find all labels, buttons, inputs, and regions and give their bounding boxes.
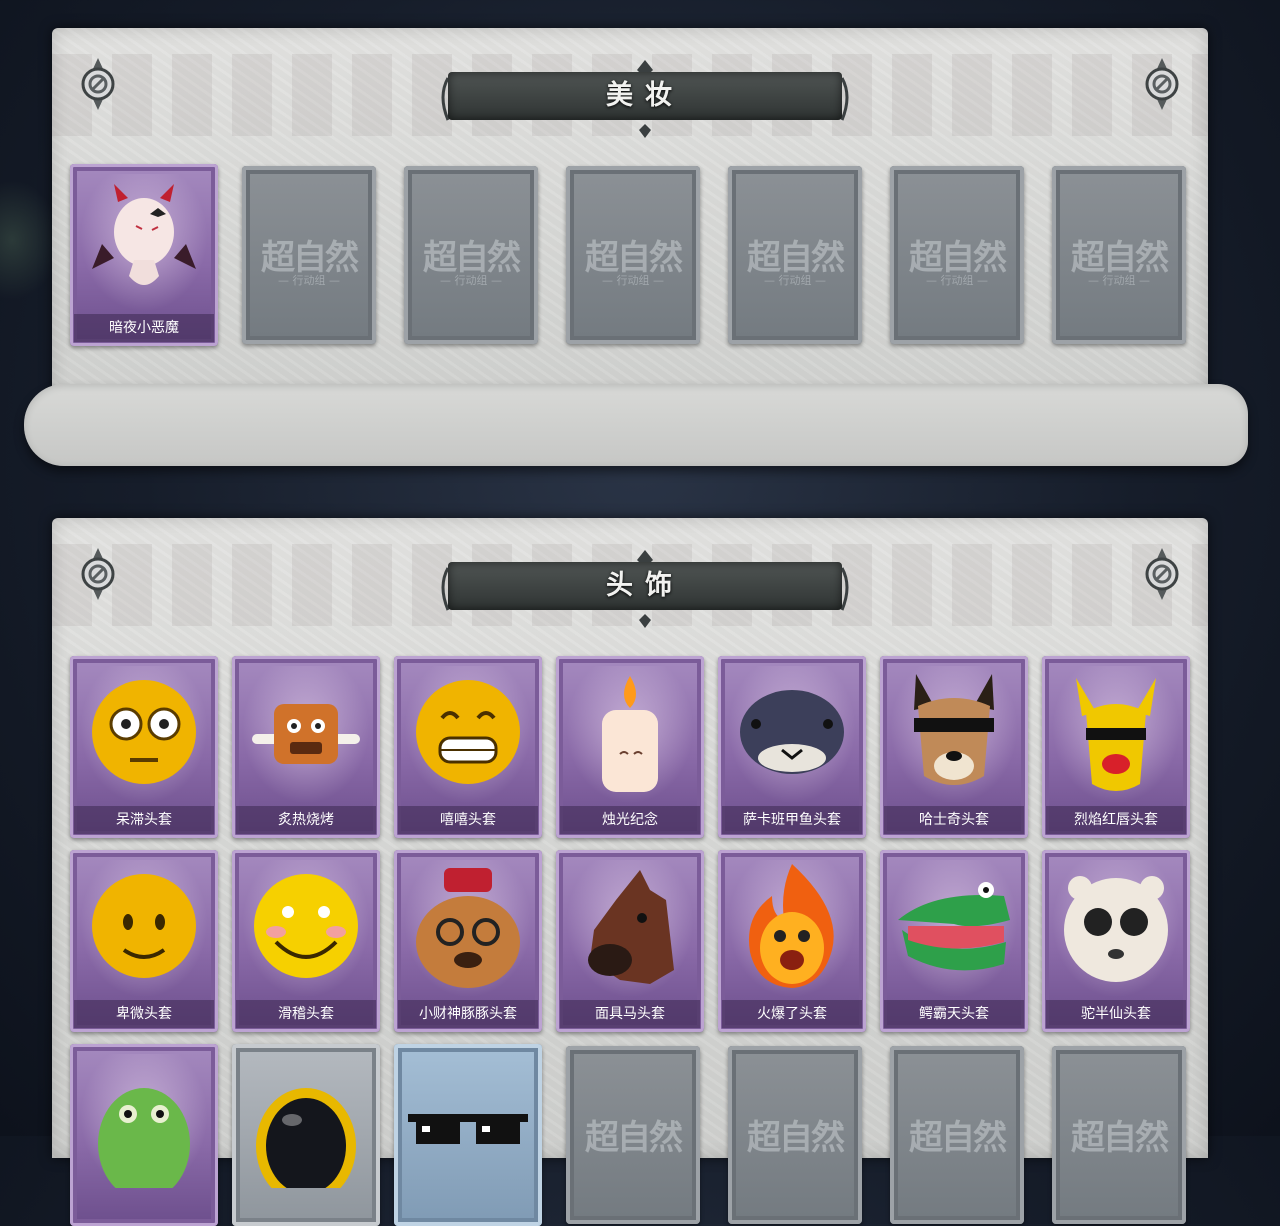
headwear-item[interactable]: 小财神豚豚头套 [394, 850, 542, 1032]
locked-slot[interactable]: 超自然 — 行动组 — [1052, 166, 1186, 344]
section-title-plate: 头饰 [438, 550, 852, 628]
item-label: 烛光纪念 [560, 806, 700, 834]
item-label: 炙热烧烤 [236, 806, 376, 834]
locked-slot[interactable]: 超自然 [890, 1046, 1024, 1224]
locked-sub: — 行动组 — [278, 274, 340, 287]
locked-logo: 超自然 [747, 1118, 845, 1158]
item-label: 驼半仙头套 [1046, 1000, 1186, 1028]
headwear-item[interactable]: 呆滞头套 [70, 656, 218, 838]
headwear-item[interactable]: 烛光纪念 [556, 656, 704, 838]
bbq-meat-icon [252, 704, 360, 764]
fire-icon [748, 864, 834, 988]
corner-ornament-icon [81, 58, 115, 110]
fish-icon [740, 690, 844, 774]
locked-slot[interactable]: 超自然 — 行动组 — [890, 166, 1024, 344]
funny-emoji-icon [254, 874, 358, 978]
headwear-item[interactable]: 面具马头套 [556, 850, 704, 1032]
headwear-panel: 头饰 呆滞头套 炙热烧烤 嘻嘻头套 烛光纪念 萨卡班甲鱼头套 哈士奇头套 烈焰红… [52, 518, 1208, 1226]
grin-emoji-icon [416, 680, 520, 784]
item-label: 滑稽头套 [236, 1000, 376, 1028]
locked-sub: — 行动组 — [1088, 274, 1150, 287]
headwear-item[interactable]: 炙热烧烤 [232, 656, 380, 838]
headwear-item[interactable]: 卑微头套 [70, 850, 218, 1032]
crocodile-icon [898, 882, 1010, 971]
corner-ornament-icon [81, 548, 115, 600]
locked-slot[interactable]: 超自然 [728, 1046, 862, 1224]
headwear-item[interactable]: 哈士奇头套 [880, 656, 1028, 838]
capybara-icon [416, 868, 520, 988]
locked-logo: 超自然 [909, 1118, 1007, 1158]
husky-icon [914, 674, 994, 785]
locked-sub: — 行动组 — [926, 274, 988, 287]
scroll-bottom-edge [24, 384, 1248, 466]
corner-ornament-icon [1145, 58, 1179, 110]
section-title: 美妆 [606, 80, 684, 111]
locked-sub: — 行动组 — [602, 274, 664, 287]
locked-logo: 超自然 [1071, 1118, 1169, 1158]
locked-slot[interactable]: 超自然 — 行动组 — [566, 166, 700, 344]
headwear-item[interactable] [394, 1044, 542, 1226]
humble-emoji-icon [92, 874, 196, 978]
locked-slot[interactable]: 超自然 — 行动组 — [242, 166, 376, 344]
background-plant [0, 180, 60, 300]
section-title-plate: 美妆 [438, 60, 852, 138]
alpaca-icon [1064, 876, 1168, 982]
item-label: 哈士奇头套 [884, 806, 1024, 834]
yellow-mouse-icon [1076, 678, 1156, 791]
headwear-item[interactable] [70, 1044, 218, 1226]
item-label: 烈焰红唇头套 [1046, 806, 1186, 834]
headwear-item[interactable]: 驼半仙头套 [1042, 850, 1190, 1032]
makeup-panel: 美妆 暗夜小恶魔 超自然 — 行动组 — 超自然 — 行动组 — 超自然 — 行… [24, 28, 1248, 466]
locked-slot[interactable]: 超自然 [1052, 1046, 1186, 1224]
candle-icon [602, 676, 658, 792]
horse-mask-icon [588, 870, 674, 984]
locked-slot[interactable]: 超自然 — 行动组 — [404, 166, 538, 344]
section-title: 头饰 [606, 570, 684, 601]
headwear-item[interactable]: 滑稽头套 [232, 850, 380, 1032]
makeup-item[interactable]: 暗夜小恶魔 [70, 164, 218, 346]
headwear-item[interactable]: 烈焰红唇头套 [1042, 656, 1190, 838]
dazed-emoji-icon [92, 680, 196, 784]
devil-egg-icon [92, 184, 196, 285]
headwear-item[interactable]: 鳄霸天头套 [880, 850, 1028, 1032]
frog-icon [98, 1088, 190, 1188]
item-label: 鳄霸天头套 [884, 1000, 1024, 1028]
item-label: 卑微头套 [74, 1000, 214, 1028]
item-label: 暗夜小恶魔 [74, 314, 214, 342]
headwear-item[interactable]: 火爆了头套 [718, 850, 866, 1032]
pixel-sunglasses-icon [408, 1114, 528, 1144]
headwear-item[interactable] [232, 1044, 380, 1226]
item-label: 面具马头套 [560, 1000, 700, 1028]
headwear-item[interactable]: 嘻嘻头套 [394, 656, 542, 838]
item-label: 小财神豚豚头套 [398, 1000, 538, 1028]
corner-ornament-icon [1145, 548, 1179, 600]
item-label: 火爆了头套 [722, 1000, 862, 1028]
astronaut-helmet-icon [256, 1088, 356, 1188]
locked-slot[interactable]: 超自然 [566, 1046, 700, 1224]
locked-logo: 超自然 [585, 1118, 683, 1158]
headwear-item[interactable]: 萨卡班甲鱼头套 [718, 656, 866, 838]
item-label: 呆滞头套 [74, 806, 214, 834]
locked-slot[interactable]: 超自然 — 行动组 — [728, 166, 862, 344]
item-label: 嘻嘻头套 [398, 806, 538, 834]
locked-sub: — 行动组 — [440, 274, 502, 287]
item-label: 萨卡班甲鱼头套 [722, 806, 862, 834]
locked-sub: — 行动组 — [764, 274, 826, 287]
